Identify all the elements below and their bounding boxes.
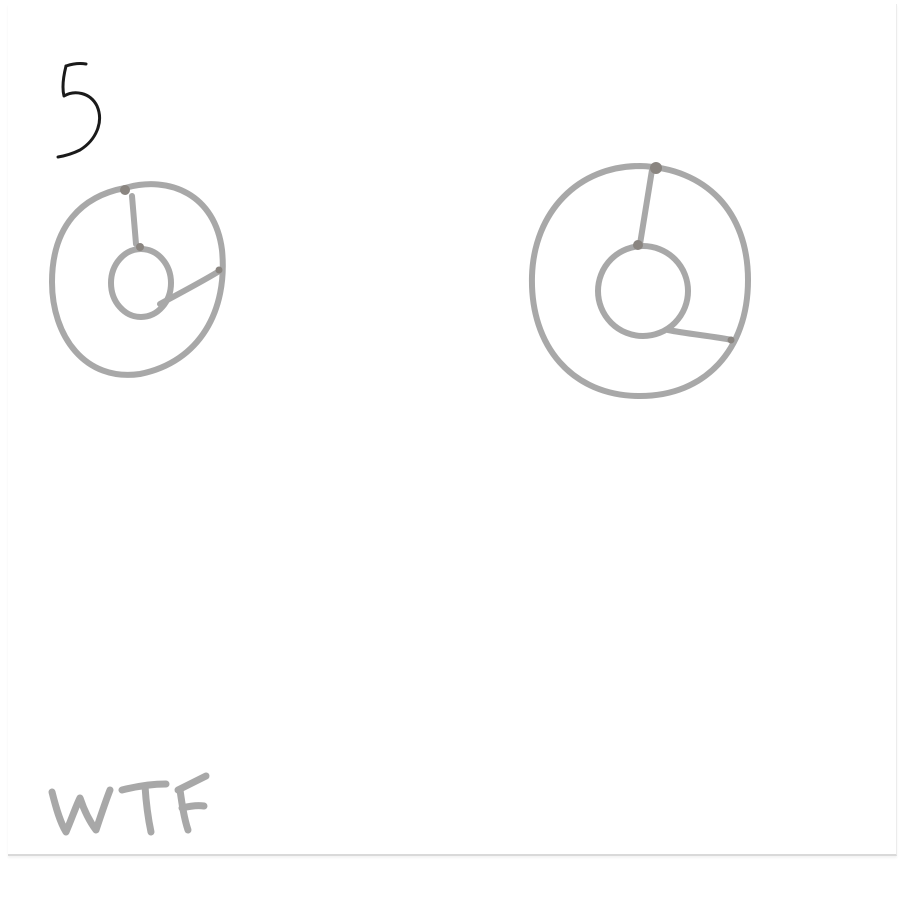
card-number-mark (56, 62, 102, 159)
sketch-canvas (48, 62, 751, 836)
right-dial-icon (528, 162, 751, 399)
scanned-sheet (0, 0, 900, 900)
signature-mark (48, 772, 210, 836)
left-dial-icon (49, 181, 226, 378)
